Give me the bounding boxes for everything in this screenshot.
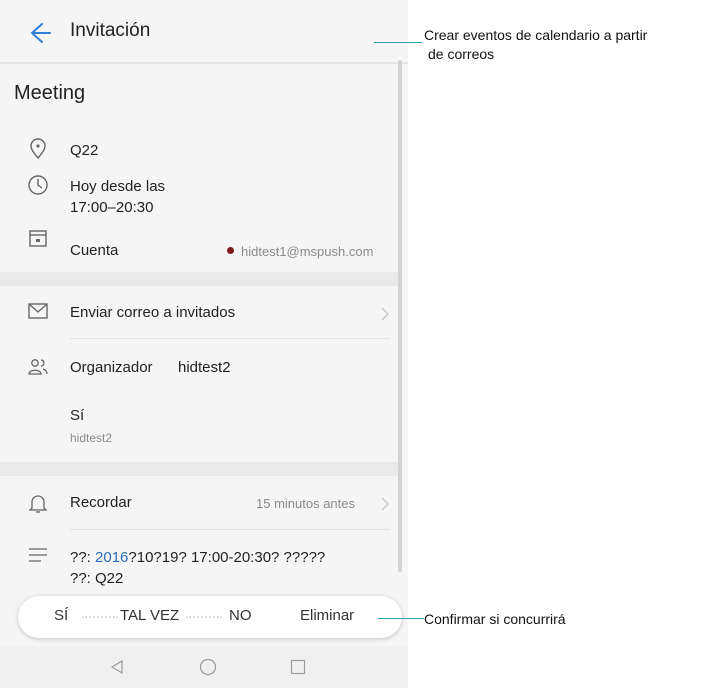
phone-screen: Invitación Meeting Q22 Hoy desde las 17:…: [0, 0, 408, 688]
notes-date-link[interactable]: 2016: [95, 549, 128, 566]
bell-icon: [28, 495, 48, 513]
callout-bottom: Confirmar si concurrirá: [424, 611, 566, 627]
envelope-icon: [28, 303, 48, 319]
notes-line1: ??: 2016?10?19? 17:00-20:30? ?????: [70, 549, 326, 566]
event-title: Meeting: [14, 82, 86, 104]
organizer-name: hidtest2: [178, 359, 231, 376]
divider: [0, 62, 408, 64]
section-gap: [0, 462, 398, 476]
notes-line2: ??: Q22: [70, 570, 124, 587]
chevron-right-icon: [381, 497, 389, 511]
scrollbar[interactable]: [398, 60, 402, 572]
calendar-icon: [29, 230, 47, 247]
send-email-label: Enviar correo a invitados: [70, 304, 236, 321]
account-color-dot: [227, 247, 234, 254]
app-bar: Invitación: [0, 0, 408, 64]
divider: [70, 338, 390, 339]
attendee-response: Sí: [70, 407, 85, 424]
callout-line-top: [374, 42, 422, 43]
circle-home-icon[interactable]: [199, 658, 217, 676]
chevron-right-icon: [381, 307, 389, 321]
event-time-line1: Hoy desde las: [70, 178, 166, 195]
send-email-row[interactable]: Enviar correo a invitados: [0, 290, 398, 334]
reminder-row[interactable]: Recordar 15 minutos antes: [0, 480, 398, 526]
page-title: Invitación: [70, 20, 151, 41]
maybe-button[interactable]: TAL VEZ: [120, 607, 179, 624]
yes-button[interactable]: SÍ: [54, 607, 68, 624]
arrow-left-icon[interactable]: [24, 19, 52, 47]
lines-icon: [29, 548, 47, 562]
triangle-back-icon[interactable]: [109, 659, 125, 675]
delete-button[interactable]: Eliminar: [300, 607, 354, 624]
account-label: Cuenta: [70, 242, 119, 259]
section-gap: [0, 272, 398, 286]
callout-top-line1: Crear eventos de calendario a partir: [424, 27, 648, 43]
callout-top-line2: de correos: [428, 46, 495, 62]
people-icon: [28, 359, 48, 375]
rsvp-action-bar: SÍ TAL VEZ NO Eliminar: [18, 596, 402, 638]
attendee-name: hidtest2: [70, 431, 113, 445]
separator: [82, 616, 118, 618]
account-value: hidtest1@mspush.com: [241, 244, 374, 259]
map-pin-icon: [30, 138, 46, 160]
separator: [186, 616, 222, 618]
divider: [70, 529, 390, 530]
reminder-label: Recordar: [70, 494, 132, 511]
reminder-value: 15 minutos antes: [256, 496, 356, 511]
organizer-label: Organizador: [70, 359, 153, 376]
system-nav-bar: [0, 646, 408, 688]
callout-line-bottom: [378, 618, 424, 619]
event-location: Q22: [70, 142, 99, 159]
clock-icon: [28, 175, 48, 195]
no-button[interactable]: NO: [229, 607, 252, 624]
square-recent-icon[interactable]: [290, 659, 306, 675]
event-time-line2: 17:00–20:30: [70, 199, 154, 216]
